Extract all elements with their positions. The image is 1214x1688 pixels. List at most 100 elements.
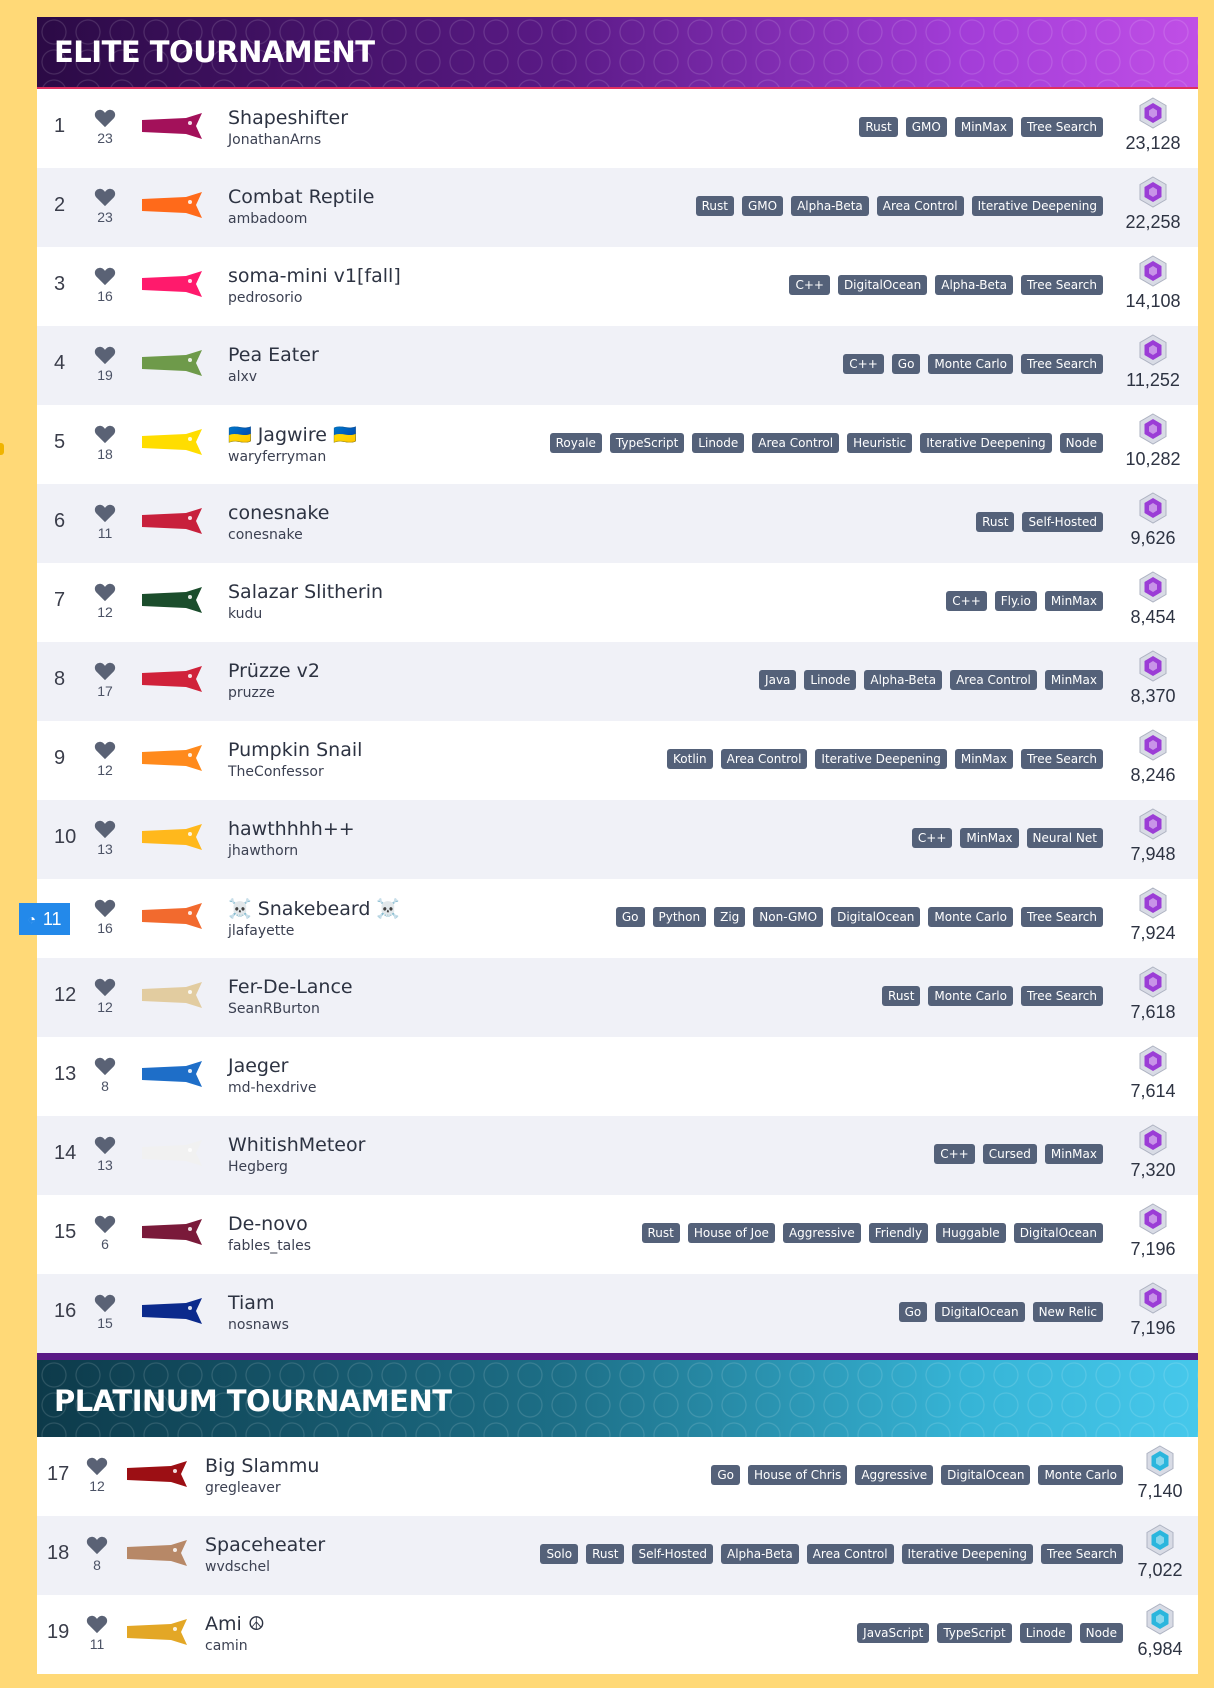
leaderboard-row[interactable]: 16 15 Tiam nosnaws Go DigitalOcean New Relic 7,…: [37, 1274, 1198, 1353]
sponsor-badge[interactable]: ◔ 11: [19, 903, 70, 935]
leaderboard-row[interactable]: 9 12 Pumpkin Snail TheConfessor Kotlin Area C…: [37, 721, 1198, 800]
like-counter[interactable]: 19: [89, 345, 121, 383]
snake-name[interactable]: ☠️ Snakebeard ☠️: [228, 897, 400, 920]
tag-list: Rust Self-Hosted: [976, 512, 1103, 532]
heart-icon[interactable]: [94, 345, 116, 365]
snake-author[interactable]: Hegberg: [228, 1159, 365, 1175]
snake-author[interactable]: gregleaver: [205, 1480, 319, 1496]
snake-author[interactable]: waryferryman: [228, 449, 357, 465]
leaderboard-row[interactable]: 3 16 soma-mini v1[fall] pedrosorio C++ Digita…: [37, 247, 1198, 326]
heart-icon[interactable]: [86, 1535, 108, 1555]
heart-icon[interactable]: [94, 187, 116, 207]
snake-name[interactable]: Spaceheater: [205, 1534, 325, 1556]
snake-name[interactable]: Prüzze v2: [228, 660, 320, 682]
heart-icon[interactable]: [94, 108, 116, 128]
snake-name[interactable]: Jaeger: [228, 1055, 317, 1077]
leaderboard-row[interactable]: 14 13 WhitishMeteor Hegberg C++ Cursed MinMax 7…: [37, 1116, 1198, 1195]
snake-author[interactable]: jhawthorn: [228, 843, 355, 859]
snake-name[interactable]: Shapeshifter: [228, 107, 348, 129]
like-counter[interactable]: 23: [89, 187, 121, 225]
heart-icon[interactable]: [94, 898, 116, 918]
leaderboard-row[interactable]: 4 19 Pea Eater alxv C++ Go Monte Carlo Tree Sea…: [37, 326, 1198, 405]
heart-icon[interactable]: [86, 1614, 108, 1634]
snake-name[interactable]: Combat Reptile: [228, 186, 374, 208]
snake-author[interactable]: ambadoom: [228, 211, 374, 227]
leaderboard-row[interactable]: ◔ 11 16 ☠️ Snakebeard ☠️ jlafayette Go Python Z…: [19, 879, 1198, 958]
like-counter[interactable]: 8: [81, 1535, 113, 1573]
like-counter[interactable]: 6: [89, 1214, 121, 1252]
heart-icon[interactable]: [94, 424, 116, 444]
snake-name[interactable]: Fer-De-Lance: [228, 976, 353, 998]
heart-icon[interactable]: [94, 977, 116, 997]
leaderboard-row[interactable]: 6 11 conesnake conesnake Rust Self-Hosted 9,62…: [37, 484, 1198, 563]
snake-name[interactable]: conesnake: [228, 502, 329, 524]
rank-number: 13: [54, 1063, 77, 1085]
like-counter[interactable]: 17: [89, 661, 121, 699]
leaderboard-row[interactable]: 10 13 hawthhhh++ jhawthorn C++ MinMax Neural N…: [37, 800, 1198, 879]
snake-name[interactable]: Pea Eater: [228, 344, 319, 366]
snake-author[interactable]: kudu: [228, 606, 383, 622]
leaderboard-row[interactable]: 12 12 Fer-De-Lance SeanRBurton Rust Monte Car…: [37, 958, 1198, 1037]
heart-icon[interactable]: [94, 819, 116, 839]
like-counter[interactable]: 16: [89, 898, 121, 936]
like-counter[interactable]: 12: [89, 740, 121, 778]
snake-author[interactable]: TheConfessor: [228, 764, 362, 780]
like-counter[interactable]: 18: [89, 424, 121, 462]
leaderboard-row[interactable]: 5 18 🇺🇦 Jagwire 🇺🇦 waryferryman Royale TypeSc…: [37, 405, 1198, 484]
heart-icon[interactable]: [94, 1293, 116, 1313]
leaderboard-row[interactable]: 8 17 Prüzze v2 pruzze Java Linode Alpha-Beta Ar…: [37, 642, 1198, 721]
heart-icon[interactable]: [94, 1214, 116, 1234]
snake-author[interactable]: fables_tales: [228, 1238, 311, 1254]
snake-author[interactable]: conesnake: [228, 527, 329, 543]
snake-name[interactable]: Tiam: [228, 1292, 289, 1314]
leaderboard-row[interactable]: 1 23 Shapeshifter JonathanArns Rust GMO MinMax…: [37, 89, 1198, 168]
snake-author[interactable]: JonathanArns: [228, 132, 348, 148]
snake-author[interactable]: pruzze: [228, 685, 320, 701]
snake-author[interactable]: pedrosorio: [228, 290, 401, 306]
snake-author[interactable]: md-hexdrive: [228, 1080, 317, 1096]
like-counter[interactable]: 15: [89, 1293, 121, 1331]
heart-icon[interactable]: [94, 266, 116, 286]
like-counter[interactable]: 12: [89, 582, 121, 620]
snake-name[interactable]: hawthhhh++: [228, 818, 355, 840]
snake-name[interactable]: Salazar Slitherin: [228, 581, 383, 603]
snake-author[interactable]: camin: [205, 1638, 265, 1654]
like-counter[interactable]: 11: [89, 503, 121, 541]
leaderboard-row[interactable]: 13 8 Jaeger md-hexdrive 7,614: [37, 1037, 1198, 1116]
heart-icon[interactable]: [94, 1135, 116, 1155]
snake-author[interactable]: alxv: [228, 369, 319, 385]
like-counter[interactable]: 8: [89, 1056, 121, 1094]
like-counter[interactable]: 16: [89, 266, 121, 304]
snake-author[interactable]: nosnaws: [228, 1317, 289, 1333]
heart-icon[interactable]: [94, 1056, 116, 1076]
snake-name[interactable]: 🇺🇦 Jagwire 🇺🇦: [228, 423, 357, 446]
heart-icon[interactable]: [94, 582, 116, 602]
tag-list: C++ DigitalOcean Alpha-Beta Tree Search: [789, 275, 1103, 295]
leaderboard-row[interactable]: 15 6 De-novo fables_tales Rust House of Joe Ag…: [37, 1195, 1198, 1274]
leaderboard-row[interactable]: 17 12 Big Slammu gregleaver Go House of Chris…: [37, 1437, 1198, 1516]
snake-name[interactable]: Ami ☮: [205, 1613, 265, 1635]
trophy-gem-icon: [1139, 729, 1167, 761]
snake-name[interactable]: Big Slammu: [205, 1455, 319, 1477]
snake-name[interactable]: Pumpkin Snail: [228, 739, 362, 761]
heart-icon[interactable]: [94, 740, 116, 760]
leaderboard-row[interactable]: 18 8 Spaceheater wvdschel Solo Rust Self-Hoste…: [37, 1516, 1198, 1595]
snake-author[interactable]: wvdschel: [205, 1559, 325, 1575]
like-counter[interactable]: 13: [89, 819, 121, 857]
heart-icon[interactable]: [86, 1456, 108, 1476]
snake-name[interactable]: soma-mini v1[fall]: [228, 265, 401, 287]
snake-author[interactable]: jlafayette: [228, 923, 400, 939]
snake-name[interactable]: WhitishMeteor: [228, 1134, 365, 1156]
snake-author[interactable]: SeanRBurton: [228, 1001, 353, 1017]
leaderboard-row[interactable]: 19 11 Ami ☮ camin JavaScript TypeScript Linode…: [37, 1595, 1198, 1674]
like-counter[interactable]: 12: [89, 977, 121, 1015]
heart-icon[interactable]: [94, 661, 116, 681]
like-counter[interactable]: 13: [89, 1135, 121, 1173]
leaderboard-row[interactable]: 2 23 Combat Reptile ambadoom Rust GMO Alpha-Be…: [37, 168, 1198, 247]
heart-icon[interactable]: [94, 503, 116, 523]
like-counter[interactable]: 12: [81, 1456, 113, 1494]
snake-name[interactable]: De-novo: [228, 1213, 311, 1235]
like-counter[interactable]: 23: [89, 108, 121, 146]
leaderboard-row[interactable]: 7 12 Salazar Slitherin kudu C++ Fly.io MinMax 8…: [37, 563, 1198, 642]
like-counter[interactable]: 11: [81, 1614, 113, 1652]
